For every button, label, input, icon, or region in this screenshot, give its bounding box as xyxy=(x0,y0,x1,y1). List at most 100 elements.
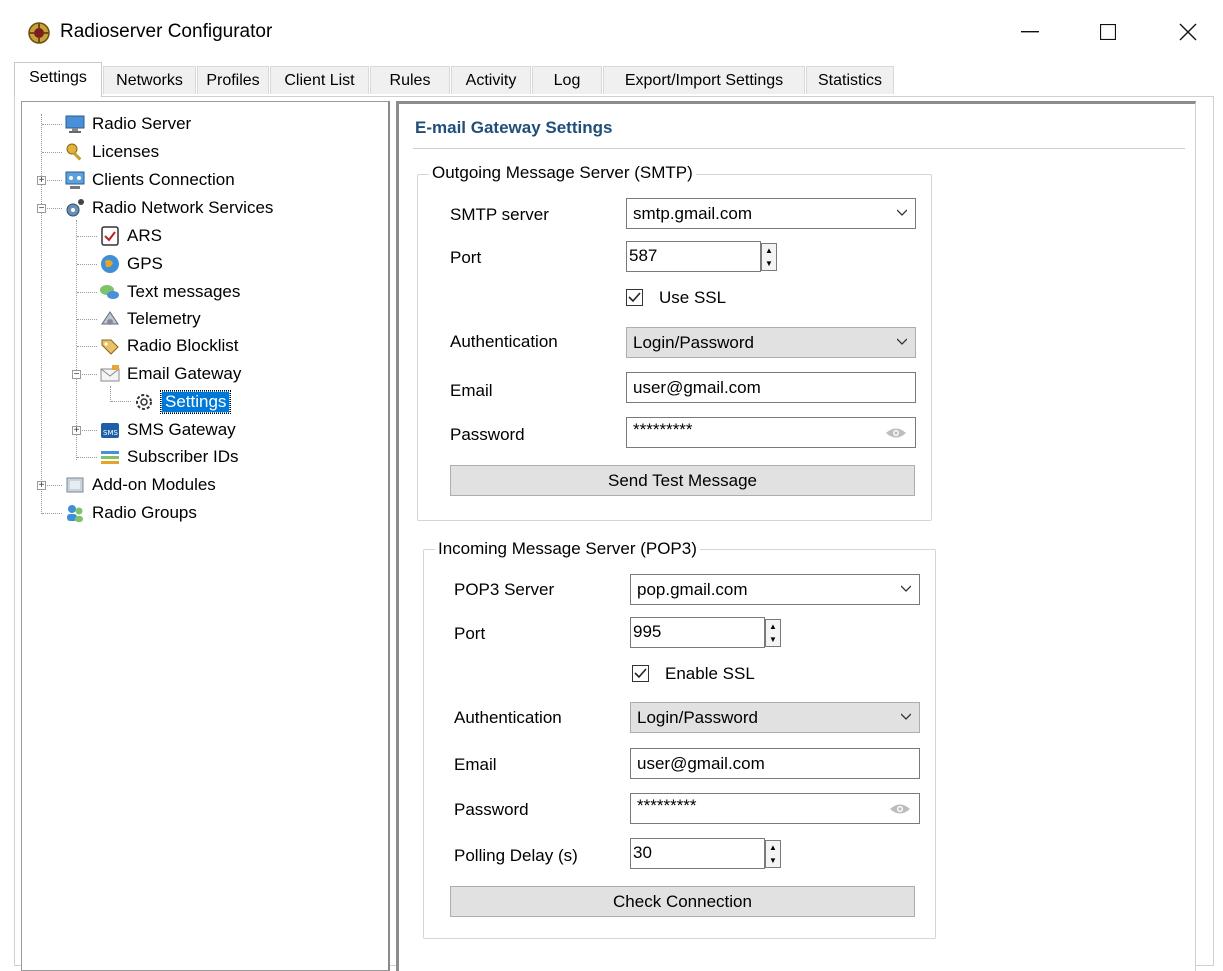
eye-icon[interactable] xyxy=(885,426,907,440)
collapse-radio-network-services[interactable]: − xyxy=(37,204,46,214)
spin-down-icon[interactable]: ▼ xyxy=(766,854,780,867)
tree-item-radio-blocklist[interactable]: Radio Blocklist xyxy=(99,333,239,359)
smtp-port-input[interactable]: 587 xyxy=(626,241,761,272)
pop3-ssl-label: Enable SSL xyxy=(665,664,755,683)
tab-statistics[interactable]: Statistics xyxy=(806,66,894,94)
tree-item-radio-network-services[interactable]: Radio Network Services xyxy=(64,195,273,221)
polling-delay-value: 30 xyxy=(633,843,652,862)
tag-icon xyxy=(101,339,119,355)
tree-item-subscriber-ids[interactable]: Subscriber IDs xyxy=(99,444,238,470)
tree-item-radio-groups[interactable]: Radio Groups xyxy=(64,500,197,526)
smtp-password-label: Password xyxy=(450,425,525,444)
chevron-down-icon xyxy=(897,338,907,345)
tree-item-radio-server[interactable]: Radio Server xyxy=(64,111,191,137)
checklist-icon xyxy=(101,226,119,246)
tab-profiles[interactable]: Profiles xyxy=(197,66,269,94)
check-connection-button[interactable]: Check Connection xyxy=(450,886,915,917)
smtp-auth-label: Authentication xyxy=(450,332,558,351)
chat-bubbles-icon xyxy=(100,285,119,299)
tree-item-label: Text messages xyxy=(127,282,241,301)
svg-text:SMS: SMS xyxy=(103,429,118,437)
spin-up-icon[interactable]: ▲ xyxy=(766,620,780,633)
smtp-ssl-label: Use SSL xyxy=(659,288,727,307)
pop3-email-label: Email xyxy=(454,755,497,774)
tab-log[interactable]: Log xyxy=(532,66,602,94)
list-icon xyxy=(101,451,119,464)
smtp-ssl-checkbox[interactable] xyxy=(626,289,643,306)
tab-networks[interactable]: Networks xyxy=(103,66,196,94)
settings-tree[interactable]: + − − + + Radio Server Licenses Clients … xyxy=(21,101,390,971)
sms-icon: SMS xyxy=(101,423,119,438)
spin-up-icon[interactable]: ▲ xyxy=(766,841,780,854)
tab-rules[interactable]: Rules xyxy=(370,66,450,94)
window-title: Radioserver Configurator xyxy=(60,21,273,42)
tree-item-label: Add-on Modules xyxy=(92,475,216,494)
panel-title: E-mail Gateway Settings xyxy=(415,118,613,137)
tree-item-label: Telemetry xyxy=(127,309,201,328)
app-icon xyxy=(28,22,50,44)
tree-item-settings[interactable]: Settings xyxy=(133,389,232,415)
tree-item-addon-modules[interactable]: Add-on Modules xyxy=(64,472,216,498)
pop3-port-input[interactable]: 995 xyxy=(630,617,765,648)
polling-delay-stepper[interactable]: ▲ ▼ xyxy=(765,840,781,868)
smtp-server-combo[interactable]: smtp.gmail.com xyxy=(626,198,916,229)
smtp-server-label: SMTP server xyxy=(450,205,549,224)
monitor-icon xyxy=(65,115,85,133)
eye-icon[interactable] xyxy=(889,802,911,816)
pop3-password-input[interactable]: ********* xyxy=(630,793,920,824)
tree-item-label: Radio Groups xyxy=(92,503,197,522)
pop3-auth-value: Login/Password xyxy=(637,707,758,727)
close-icon xyxy=(1179,23,1197,41)
expand-sms-gateway[interactable]: + xyxy=(72,426,81,436)
pop3-ssl-checkbox[interactable] xyxy=(632,665,649,682)
tree-item-label: GPS xyxy=(127,254,163,273)
spin-down-icon[interactable]: ▼ xyxy=(762,257,776,270)
pop3-group xyxy=(423,549,936,939)
tab-settings[interactable]: Settings xyxy=(14,62,102,97)
key-icon xyxy=(66,143,82,161)
smtp-auth-combo[interactable]: Login/Password xyxy=(626,327,916,358)
tab-export-import[interactable]: Export/Import Settings xyxy=(603,66,805,94)
tab-bar: Settings Networks Profiles Client List R… xyxy=(14,62,1214,97)
tree-item-telemetry[interactable]: Telemetry xyxy=(99,306,201,332)
modules-icon xyxy=(66,477,84,493)
tab-client-list[interactable]: Client List xyxy=(270,66,369,94)
tree-item-text-messages[interactable]: Text messages xyxy=(99,279,240,305)
smtp-email-label: Email xyxy=(450,381,493,400)
send-test-message-button[interactable]: Send Test Message xyxy=(450,465,915,496)
pop3-server-value: pop.gmail.com xyxy=(637,579,748,599)
check-icon xyxy=(628,292,641,303)
tree-item-gps[interactable]: GPS xyxy=(99,251,163,277)
telemetry-icon xyxy=(101,311,119,325)
tab-activity[interactable]: Activity xyxy=(451,66,531,94)
tree-item-email-gateway[interactable]: Email Gateway xyxy=(99,361,241,387)
expand-addon-modules[interactable]: + xyxy=(37,481,46,491)
tree-item-clients-connection[interactable]: Clients Connection xyxy=(64,167,235,193)
title-divider xyxy=(413,148,1185,149)
network-computer-icon xyxy=(65,171,85,189)
pop3-email-input[interactable]: user@gmail.com xyxy=(630,748,920,779)
maximize-icon xyxy=(1100,24,1116,40)
collapse-email-gateway[interactable]: − xyxy=(72,370,81,380)
pop3-auth-combo[interactable]: Login/Password xyxy=(630,702,920,733)
maximize-button[interactable] xyxy=(1078,14,1138,50)
smtp-email-input[interactable]: user@gmail.com xyxy=(626,372,916,403)
minimize-button[interactable] xyxy=(1000,14,1060,50)
tree-item-ars[interactable]: ARS xyxy=(99,223,162,249)
chevron-down-icon xyxy=(901,713,911,720)
spin-down-icon[interactable]: ▼ xyxy=(766,633,780,646)
spin-up-icon[interactable]: ▲ xyxy=(762,244,776,257)
smtp-server-value: smtp.gmail.com xyxy=(633,203,753,223)
pop3-server-combo[interactable]: pop.gmail.com xyxy=(630,574,920,605)
smtp-port-stepper[interactable]: ▲ ▼ xyxy=(761,243,777,271)
smtp-port-value: 587 xyxy=(629,246,658,265)
smtp-password-input[interactable]: ********* xyxy=(626,417,916,448)
smtp-group-legend: Outgoing Message Server (SMTP) xyxy=(429,163,696,183)
tree-item-sms-gateway[interactable]: SMS SMS Gateway xyxy=(99,417,236,443)
close-button[interactable] xyxy=(1158,14,1218,50)
polling-delay-input[interactable]: 30 xyxy=(630,838,765,869)
tree-item-licenses[interactable]: Licenses xyxy=(64,139,159,165)
tree-item-label: SMS Gateway xyxy=(127,420,236,439)
pop3-port-stepper[interactable]: ▲ ▼ xyxy=(765,619,781,647)
expand-clients-connection[interactable]: + xyxy=(37,176,46,186)
